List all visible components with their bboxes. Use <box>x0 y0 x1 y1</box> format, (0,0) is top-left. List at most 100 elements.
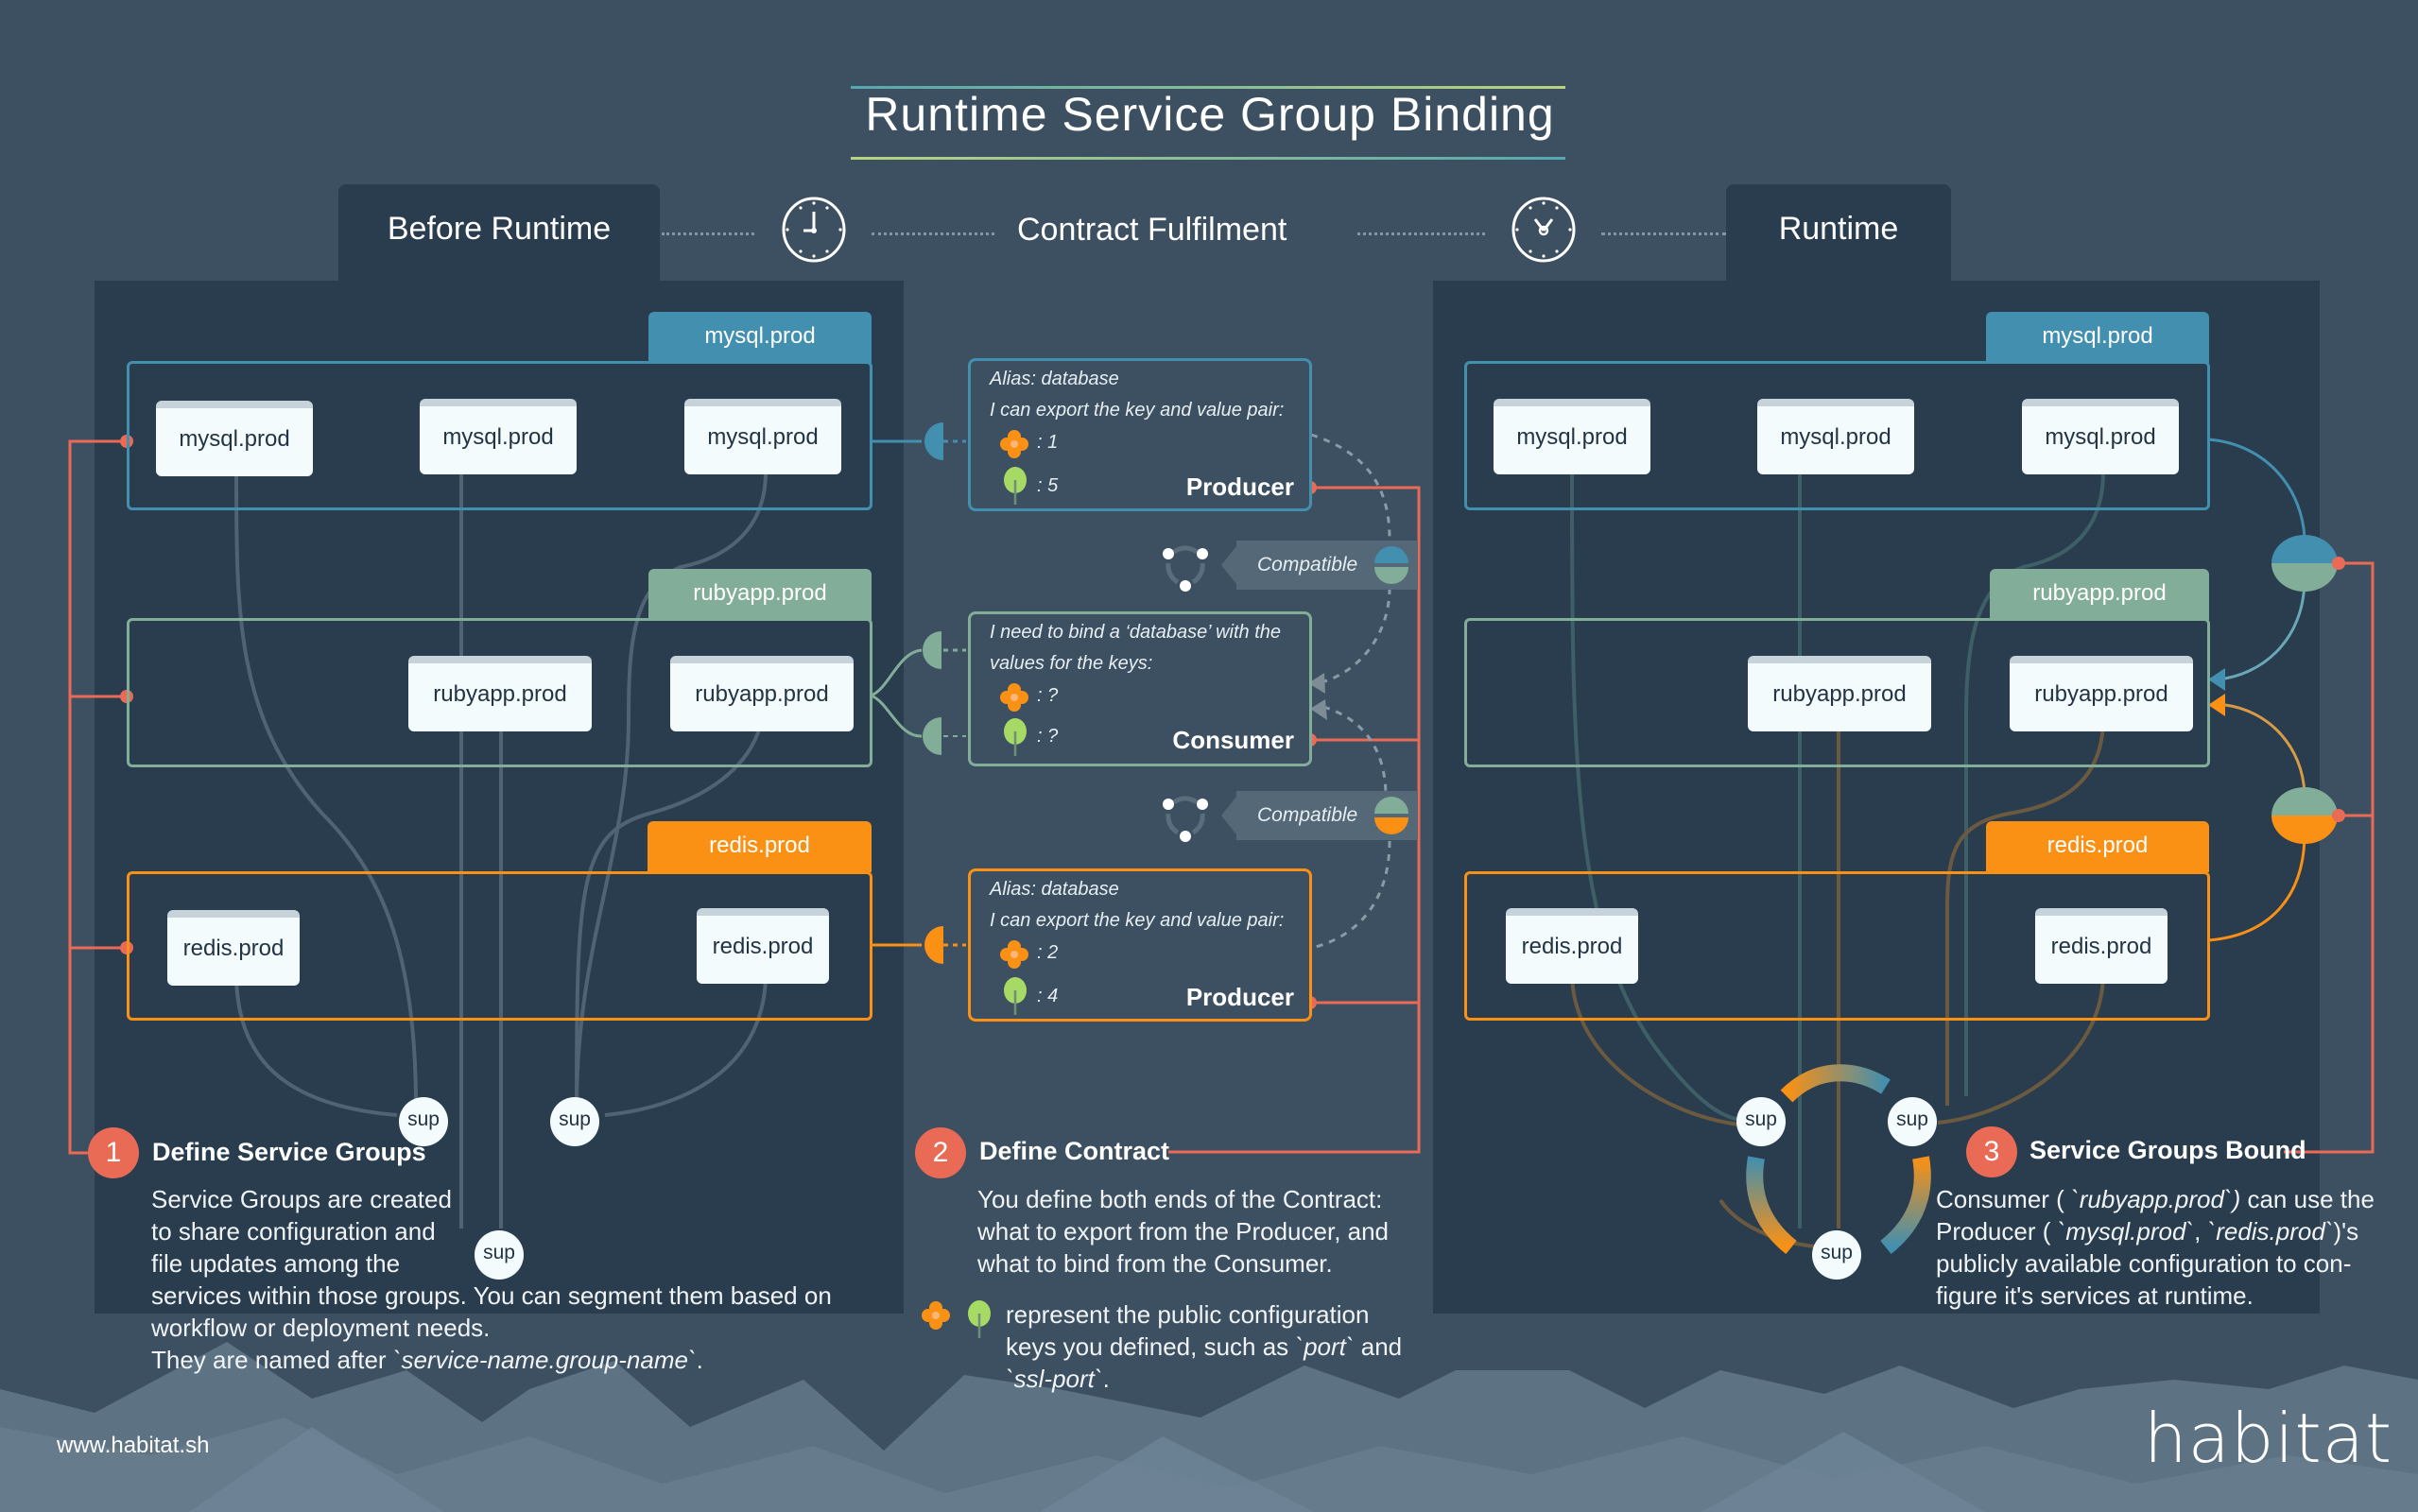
service-node: rubyapp.prod <box>670 656 854 731</box>
mysql-plug <box>924 422 943 460</box>
rubyapp-redis-compat-indicator <box>1374 797 1408 834</box>
text: Producer ( <box>1936 1217 2058 1246</box>
leaf-key-icon <box>1004 977 1027 1015</box>
step-text-line: represent the public configuration <box>1006 1300 1370 1329</box>
step-text-line: what to export from the Producer, and <box>977 1217 1390 1246</box>
step-text-line: services within those groups. You can se… <box>151 1281 832 1310</box>
key-legend: represent the public configuration keys … <box>1006 1298 1441 1395</box>
group-tab-redis: redis.prod <box>1986 821 2209 872</box>
group-tab-mysql: mysql.prod <box>1986 312 2209 363</box>
group-tab-redis: redis.prod <box>648 821 872 872</box>
key-value: : 5 <box>1037 475 1059 496</box>
step-text-line: Service Groups are created <box>151 1185 452 1213</box>
redis-binding-indicator <box>2271 816 2338 844</box>
mysql-binding-indicator <box>2271 535 2338 563</box>
code-text: `port` <box>1295 1332 1355 1361</box>
key-value: : ? <box>1037 726 1059 747</box>
text: keys you defined, such as <box>1006 1332 1296 1361</box>
contract-alias: Alias: database <box>990 369 1119 389</box>
group-tab-rubyapp: rubyapp.prod <box>1990 569 2209 620</box>
step-title: Define Service Groups <box>152 1138 426 1166</box>
service-node: rubyapp.prod <box>1748 656 1931 731</box>
leaf-key-icon <box>968 1300 991 1338</box>
compatible-cycle-icon <box>1163 796 1208 842</box>
code-text: `redis.prod` <box>2207 1217 2334 1246</box>
text: and <box>1354 1332 1403 1361</box>
flower-key-icon <box>1000 430 1028 458</box>
text: , <box>2194 1217 2208 1246</box>
sup-gossip-arrow <box>1746 1156 1797 1255</box>
flower-key-icon <box>1000 940 1028 969</box>
flower-key-icon <box>1000 683 1028 712</box>
service-node: mysql.prod <box>1757 399 1914 474</box>
step-text-line: Consumer ( `rubyapp.prod`) can use the <box>1936 1183 2409 1215</box>
service-node: rubyapp.prod <box>408 656 592 731</box>
redis-plug <box>924 926 943 964</box>
service-node: redis.prod <box>167 910 300 986</box>
service-node: mysql.prod <box>156 401 313 476</box>
supervisor-node: sup <box>1888 1097 1937 1146</box>
rubyapp-plug <box>923 717 941 755</box>
contract-role: Producer <box>1185 472 1294 501</box>
text: . <box>1102 1365 1110 1393</box>
text: . <box>696 1346 703 1374</box>
contract-alias: Alias: database <box>990 879 1119 900</box>
code-text: `ssl-port` <box>1006 1365 1103 1393</box>
sup-gossip-arrow <box>1780 1064 1891 1103</box>
step-number-badge: 2 <box>915 1127 966 1178</box>
text: Consumer ( <box>1936 1185 2072 1213</box>
mysql-rubyapp-compat-indicator <box>1374 546 1408 584</box>
step-text-line: figure it's services at runtime. <box>1936 1281 2254 1310</box>
contract-card-producer-mysql: Alias: database I can export the key and… <box>968 358 1312 511</box>
step-text-line: publicly available configuration to con- <box>1936 1249 2352 1278</box>
service-node: mysql.prod <box>1494 399 1650 474</box>
step-text-line: `ssl-port`. <box>1006 1363 1441 1395</box>
text: )'s <box>2333 1217 2359 1246</box>
step-text-line: workflow or deployment needs. <box>151 1314 491 1342</box>
contract-card-consumer-rubyapp: I need to bind a ‘database’ with the val… <box>968 611 1312 766</box>
supervisor-node: sup <box>550 1097 599 1146</box>
contract-card-producer-redis: Alias: database I can export the key and… <box>968 868 1312 1022</box>
step-title: Service Groups Bound <box>2029 1136 2306 1164</box>
flower-key-icon <box>922 1301 950 1330</box>
service-node: mysql.prod <box>2022 399 2179 474</box>
step-text-line: what to bind from the Consumer. <box>977 1249 1333 1278</box>
code-text: `mysql.prod` <box>2057 1217 2195 1246</box>
step-text-line: They are named after `service-name.group… <box>151 1344 926 1376</box>
compatible-label: Compatible <box>1257 804 1358 826</box>
key-value: : 1 <box>1037 432 1059 453</box>
rubyapp-binding-indicator <box>2271 563 2338 592</box>
service-node: redis.prod <box>697 908 829 984</box>
website-link[interactable]: www.habitat.sh <box>57 1433 209 1459</box>
contract-description: values for the keys: <box>990 653 1153 674</box>
group-tab-mysql: mysql.prod <box>648 312 872 363</box>
text: They are named after <box>151 1346 393 1374</box>
sup-gossip-arrow <box>1880 1156 1931 1255</box>
step-title: Define Contract <box>979 1137 1170 1165</box>
key-value: : 2 <box>1037 942 1059 963</box>
supervisor-node: sup <box>1812 1230 1861 1280</box>
leaf-key-icon <box>1004 718 1027 756</box>
contract-description: I need to bind a ‘database’ with the <box>990 622 1282 643</box>
text: can use the <box>2240 1185 2375 1213</box>
contract-description: I can export the key and value pair: <box>990 400 1285 421</box>
step-text-line: to share configuration and <box>151 1217 436 1246</box>
service-node: mysql.prod <box>684 399 841 474</box>
habitat-logo: habitat <box>2144 1399 2393 1478</box>
step-description: You define both ends of the Contract: wh… <box>977 1183 1431 1280</box>
service-node: mysql.prod <box>420 399 577 474</box>
contract-role: Consumer <box>1172 726 1294 754</box>
step-text-line: file updates among the <box>151 1249 401 1278</box>
service-node: redis.prod <box>1506 908 1638 984</box>
contract-description: I can export the key and value pair: <box>990 910 1285 931</box>
leaf-key-icon <box>1004 467 1027 505</box>
code-text: `rubyapp.prod`) <box>2071 1185 2241 1213</box>
step-description: Consumer ( `rubyapp.prod`) can use the P… <box>1936 1183 2409 1312</box>
step-number-badge: 1 <box>88 1127 139 1178</box>
service-node: rubyapp.prod <box>2010 656 2193 731</box>
code-text: `service-name.group-name` <box>392 1346 697 1374</box>
step-text-line: You define both ends of the Contract: <box>977 1185 1383 1213</box>
key-value: : ? <box>1037 685 1059 706</box>
step-text-line: Producer ( `mysql.prod`, `redis.prod`)'s <box>1936 1215 2409 1247</box>
step-description: Service Groups are created to share conf… <box>151 1183 926 1376</box>
